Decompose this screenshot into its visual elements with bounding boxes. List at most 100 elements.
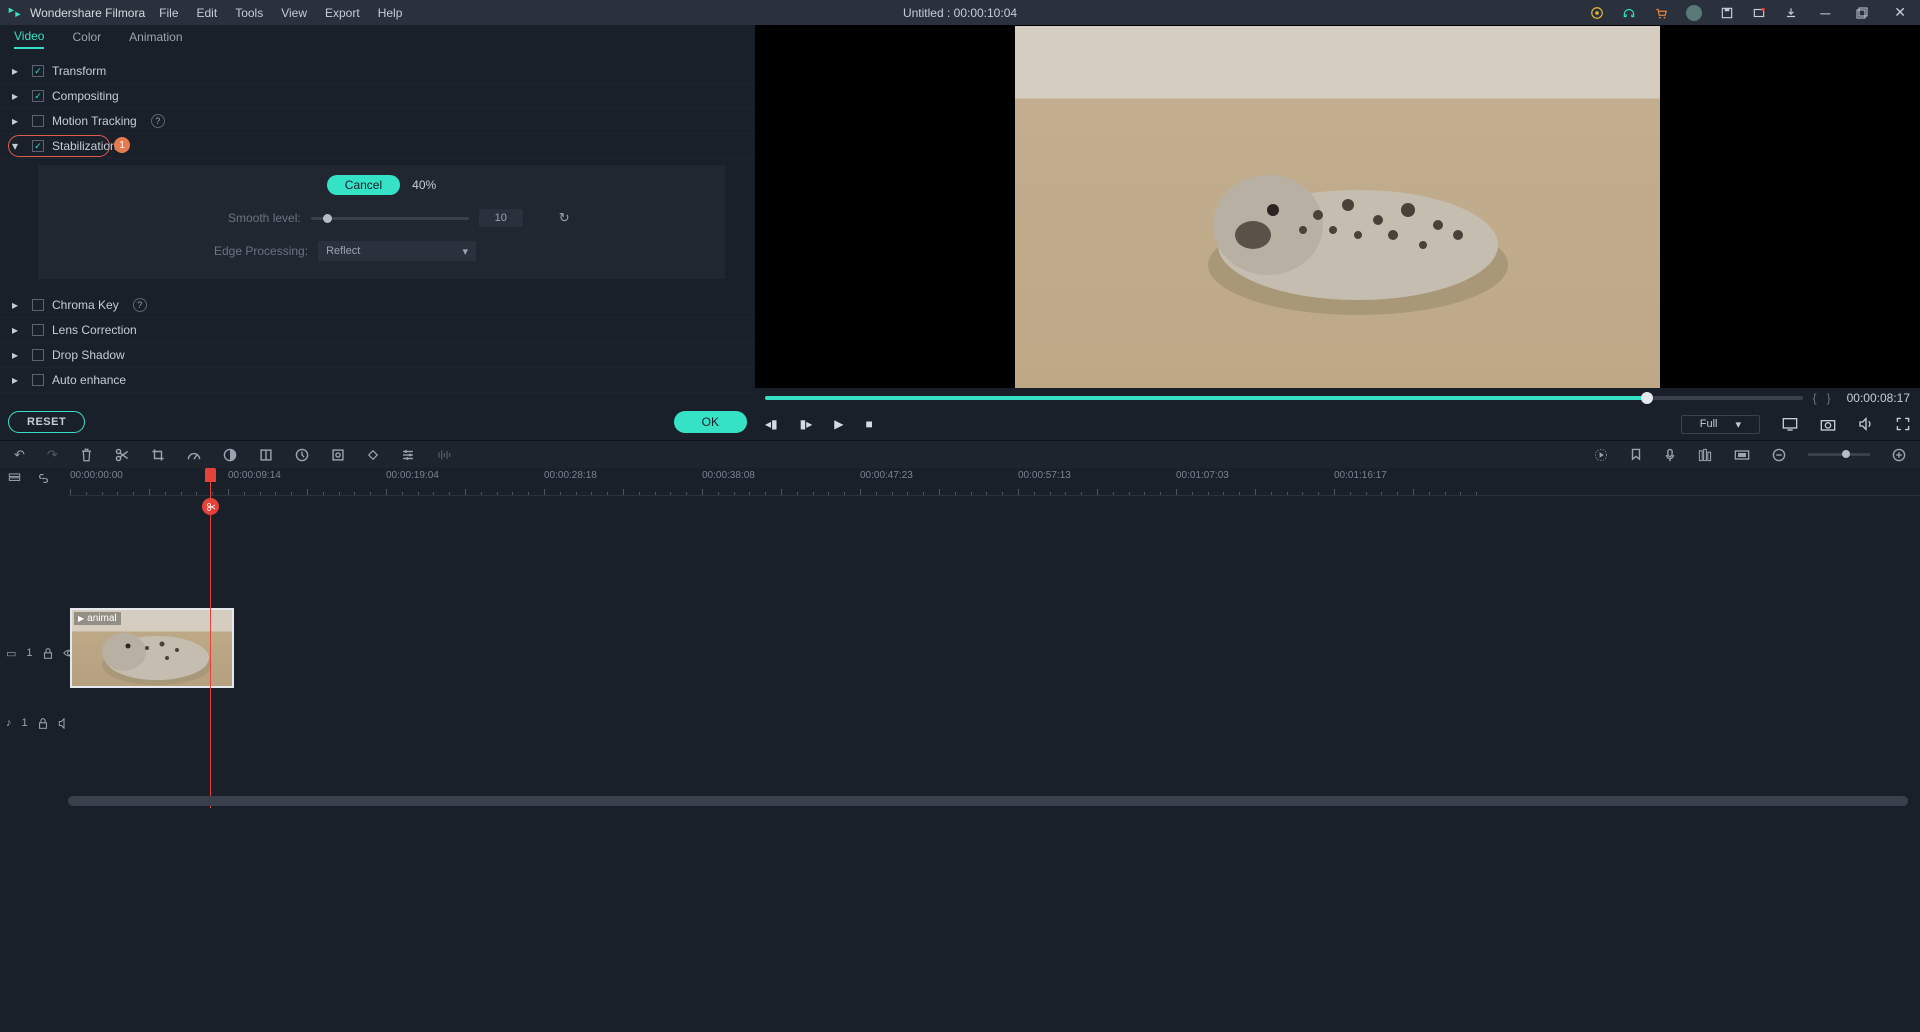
edge-processing-select[interactable]: Reflect ▾ bbox=[318, 241, 476, 261]
property-lens-correction[interactable]: ▸ Lens Correction bbox=[0, 318, 755, 343]
scrollbar-thumb[interactable] bbox=[68, 796, 1908, 806]
lock-icon[interactable] bbox=[43, 648, 53, 659]
volume-icon[interactable] bbox=[1858, 417, 1874, 431]
menu-file[interactable]: File bbox=[159, 6, 178, 20]
property-drop-shadow[interactable]: ▸ Drop Shadow bbox=[0, 343, 755, 368]
main-area: Video Color Animation ▸ ✓ Transform ▸ ✓ … bbox=[0, 25, 1920, 440]
property-motion-tracking[interactable]: ▸ Motion Tracking ? bbox=[0, 109, 755, 134]
checkbox-stabilization[interactable]: ✓ bbox=[32, 140, 44, 152]
help-icon[interactable]: ? bbox=[151, 114, 165, 128]
tab-color[interactable]: Color bbox=[72, 30, 101, 48]
menu-tools[interactable]: Tools bbox=[235, 6, 263, 20]
ok-button[interactable]: OK bbox=[674, 411, 747, 433]
play-icon[interactable]: ▶ bbox=[834, 417, 843, 431]
checkbox-transform[interactable]: ✓ bbox=[32, 65, 44, 77]
horizontal-scrollbar[interactable] bbox=[68, 796, 1908, 806]
lock-icon[interactable] bbox=[38, 718, 48, 729]
properties-panel: Video Color Animation ▸ ✓ Transform ▸ ✓ … bbox=[0, 25, 755, 440]
snapshot-icon[interactable] bbox=[1820, 417, 1836, 431]
timecode: 00:00:08:17 bbox=[1847, 391, 1910, 405]
close-button[interactable]: ✕ bbox=[1890, 4, 1910, 21]
zoom-thumb[interactable] bbox=[1842, 450, 1850, 458]
checkbox-auto-enhance[interactable] bbox=[32, 374, 44, 386]
render-icon[interactable] bbox=[1594, 448, 1608, 462]
menu-edit[interactable]: Edit bbox=[197, 6, 218, 20]
monitor-icon[interactable] bbox=[1782, 417, 1798, 431]
checkbox-chroma-key[interactable] bbox=[32, 299, 44, 311]
playhead-scissors-icon[interactable] bbox=[202, 498, 219, 515]
property-compositing[interactable]: ▸ ✓ Compositing bbox=[0, 84, 755, 109]
property-transform[interactable]: ▸ ✓ Transform bbox=[0, 59, 755, 84]
save-icon[interactable] bbox=[1720, 6, 1734, 20]
menu-help[interactable]: Help bbox=[378, 6, 403, 20]
download-icon[interactable] bbox=[1784, 6, 1798, 20]
cancel-button[interactable]: Cancel bbox=[327, 175, 400, 195]
checkbox-lens-correction[interactable] bbox=[32, 324, 44, 336]
split-icon[interactable] bbox=[115, 448, 129, 462]
video-track-number: 1 bbox=[26, 647, 32, 659]
caret-right-icon: ▸ bbox=[12, 325, 22, 335]
link-icon[interactable] bbox=[37, 472, 50, 485]
property-stabilization[interactable]: ▾ ✓ Stabilization 1 bbox=[0, 134, 755, 159]
help-icon[interactable]: ? bbox=[133, 298, 147, 312]
crop-icon[interactable] bbox=[151, 448, 165, 462]
zoom-in-icon[interactable] bbox=[1892, 448, 1906, 462]
detect-icon[interactable] bbox=[331, 448, 345, 462]
speaker-icon[interactable] bbox=[58, 718, 70, 729]
fullscreen-icon[interactable] bbox=[1896, 417, 1910, 431]
quality-select[interactable]: Full▾ bbox=[1681, 415, 1760, 434]
smooth-level-value[interactable]: 10 bbox=[479, 209, 523, 227]
slider-thumb[interactable] bbox=[323, 214, 332, 223]
menu-view[interactable]: View bbox=[281, 6, 307, 20]
checkbox-drop-shadow[interactable] bbox=[32, 349, 44, 361]
speed-icon[interactable] bbox=[187, 448, 201, 462]
next-frame-icon[interactable]: ▮▸ bbox=[800, 417, 813, 431]
maximize-button[interactable] bbox=[1852, 7, 1872, 19]
refresh-icon[interactable]: ↻ bbox=[559, 210, 570, 226]
seek-thumb[interactable] bbox=[1641, 392, 1653, 404]
color-icon[interactable] bbox=[223, 448, 237, 462]
playhead[interactable] bbox=[210, 468, 211, 808]
green-screen-icon[interactable] bbox=[259, 448, 273, 462]
property-chroma-key[interactable]: ▸ Chroma Key ? bbox=[0, 293, 755, 318]
cart-icon[interactable] bbox=[1654, 6, 1668, 20]
checkbox-motion-tracking[interactable] bbox=[32, 115, 44, 127]
mixer-icon[interactable] bbox=[1698, 448, 1712, 462]
notification-icon[interactable] bbox=[1752, 6, 1766, 20]
delete-icon[interactable] bbox=[80, 448, 93, 462]
tab-animation[interactable]: Animation bbox=[129, 30, 182, 48]
voiceover-icon[interactable] bbox=[1664, 448, 1676, 462]
chevron-down-icon: ▾ bbox=[1735, 418, 1741, 431]
checkbox-compositing[interactable]: ✓ bbox=[32, 90, 44, 102]
mark-out-icon[interactable]: } bbox=[1827, 391, 1831, 405]
tab-video[interactable]: Video bbox=[14, 29, 44, 49]
manage-tracks-icon[interactable] bbox=[8, 472, 21, 485]
marker-icon[interactable] bbox=[1630, 448, 1642, 462]
clock-icon[interactable] bbox=[295, 448, 309, 462]
audio-wave-icon[interactable] bbox=[437, 448, 453, 462]
undo-icon[interactable]: ↶ bbox=[14, 447, 25, 463]
audio-track-icon: ♪ bbox=[6, 717, 12, 729]
keyframe-icon[interactable] bbox=[367, 449, 379, 461]
redo-icon[interactable]: ↷ bbox=[47, 447, 58, 463]
smooth-level-slider[interactable] bbox=[311, 217, 469, 220]
headphones-icon[interactable] bbox=[1622, 6, 1636, 20]
prev-frame-icon[interactable]: ◂▮ bbox=[765, 417, 778, 431]
stop-icon[interactable]: ■ bbox=[866, 417, 873, 431]
fit-icon[interactable] bbox=[1734, 449, 1750, 461]
menu-export[interactable]: Export bbox=[325, 6, 360, 20]
timeline-ruler[interactable]: 00:00:00:0000:00:09:1400:00:19:0400:00:2… bbox=[68, 468, 1920, 496]
video-track-icon: ▭ bbox=[6, 647, 16, 660]
adjust-icon[interactable] bbox=[401, 448, 415, 462]
playhead-head[interactable] bbox=[205, 468, 216, 482]
play-icon: ▶ bbox=[78, 614, 84, 623]
mark-in-icon[interactable]: { bbox=[1813, 391, 1817, 405]
seek-bar[interactable] bbox=[765, 396, 1803, 400]
minimize-button[interactable]: ─ bbox=[1816, 5, 1834, 21]
zoom-out-icon[interactable] bbox=[1772, 448, 1786, 462]
reset-button[interactable]: RESET bbox=[8, 411, 85, 433]
property-auto-enhance[interactable]: ▸ Auto enhance bbox=[0, 368, 755, 393]
upgrade-icon[interactable] bbox=[1590, 6, 1604, 20]
user-avatar[interactable] bbox=[1686, 5, 1702, 21]
zoom-slider[interactable] bbox=[1808, 453, 1870, 456]
